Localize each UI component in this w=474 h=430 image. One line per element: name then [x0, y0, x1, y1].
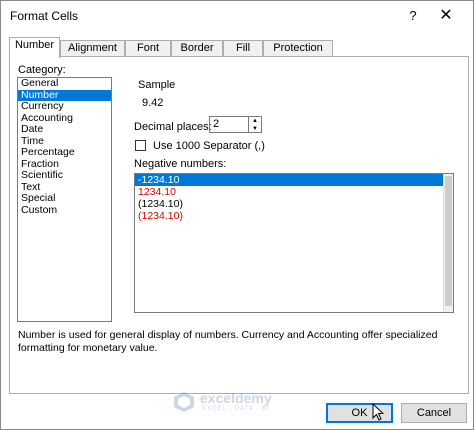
thousand-separator-checkbox[interactable] [135, 140, 146, 151]
spin-up-icon[interactable]: ▲ [249, 117, 261, 125]
category-item-currency[interactable]: Currency [18, 100, 111, 113]
tab-protection[interactable]: Protection [263, 40, 333, 57]
thousand-separator-label[interactable]: Use 1000 Separator (,) [153, 140, 265, 152]
category-list[interactable]: General Number Currency Accounting Date … [17, 77, 112, 322]
tab-border[interactable]: Border [171, 40, 223, 57]
scrollbar-thumb[interactable] [445, 176, 452, 306]
tab-number[interactable]: Number [9, 37, 60, 58]
exceldemy-watermark: exceldemy EXCEL · DATA · BI [173, 387, 303, 417]
negative-list-scrollbar[interactable] [443, 174, 453, 312]
negative-format-item[interactable]: 1234.10 [135, 186, 453, 198]
category-item-special[interactable]: Special [18, 192, 111, 205]
decimal-places-spinner: ▲ ▼ [249, 116, 262, 133]
negative-format-item[interactable]: (1234.10) [135, 198, 453, 210]
decimal-places-input[interactable]: 2 [209, 116, 249, 133]
tab-fill[interactable]: Fill [223, 40, 263, 57]
tab-alignment[interactable]: Alignment [60, 40, 125, 57]
format-description: Number is used for general display of nu… [18, 329, 438, 354]
cancel-button[interactable]: Cancel [401, 403, 467, 423]
number-tab-panel: Category: General Number Currency Accoun… [9, 56, 469, 394]
category-item-percentage[interactable]: Percentage [18, 146, 111, 159]
tab-font[interactable]: Font [125, 40, 171, 57]
negative-numbers-list[interactable]: -1234.10 1234.10 (1234.10) (1234.10) [134, 173, 454, 313]
title-bar[interactable]: Format Cells ? ✕ [1, 1, 473, 31]
sample-group: Sample 9.42 [134, 77, 454, 111]
negative-format-item[interactable]: (1234.10) [135, 210, 453, 222]
close-button[interactable]: ✕ [429, 3, 463, 29]
category-item-scientific[interactable]: Scientific [18, 169, 111, 182]
watermark-name: exceldemy [200, 390, 272, 406]
dialog-title: Format Cells [10, 9, 79, 23]
category-item-general[interactable]: General [18, 77, 111, 90]
tab-strip: Number Alignment Font Border Fill Protec… [9, 37, 469, 58]
help-button[interactable]: ? [399, 3, 427, 29]
spin-down-icon[interactable]: ▼ [249, 125, 261, 133]
format-cells-dialog: Format Cells ? ✕ Number Alignment Font B… [0, 0, 474, 430]
watermark-tagline: EXCEL · DATA · BI [202, 406, 270, 412]
category-item-date[interactable]: Date [18, 123, 111, 136]
sample-value: 9.42 [142, 97, 164, 109]
negative-format-item[interactable]: -1234.10 [135, 174, 443, 186]
decimal-places-label: Decimal places: [134, 121, 212, 133]
mouse-pointer-icon [372, 403, 384, 421]
category-item-custom[interactable]: Custom [18, 204, 111, 217]
sample-label: Sample [138, 79, 176, 91]
exceldemy-logo-icon [174, 392, 194, 412]
negative-numbers-label: Negative numbers: [134, 158, 227, 170]
category-label: Category: [18, 64, 66, 76]
